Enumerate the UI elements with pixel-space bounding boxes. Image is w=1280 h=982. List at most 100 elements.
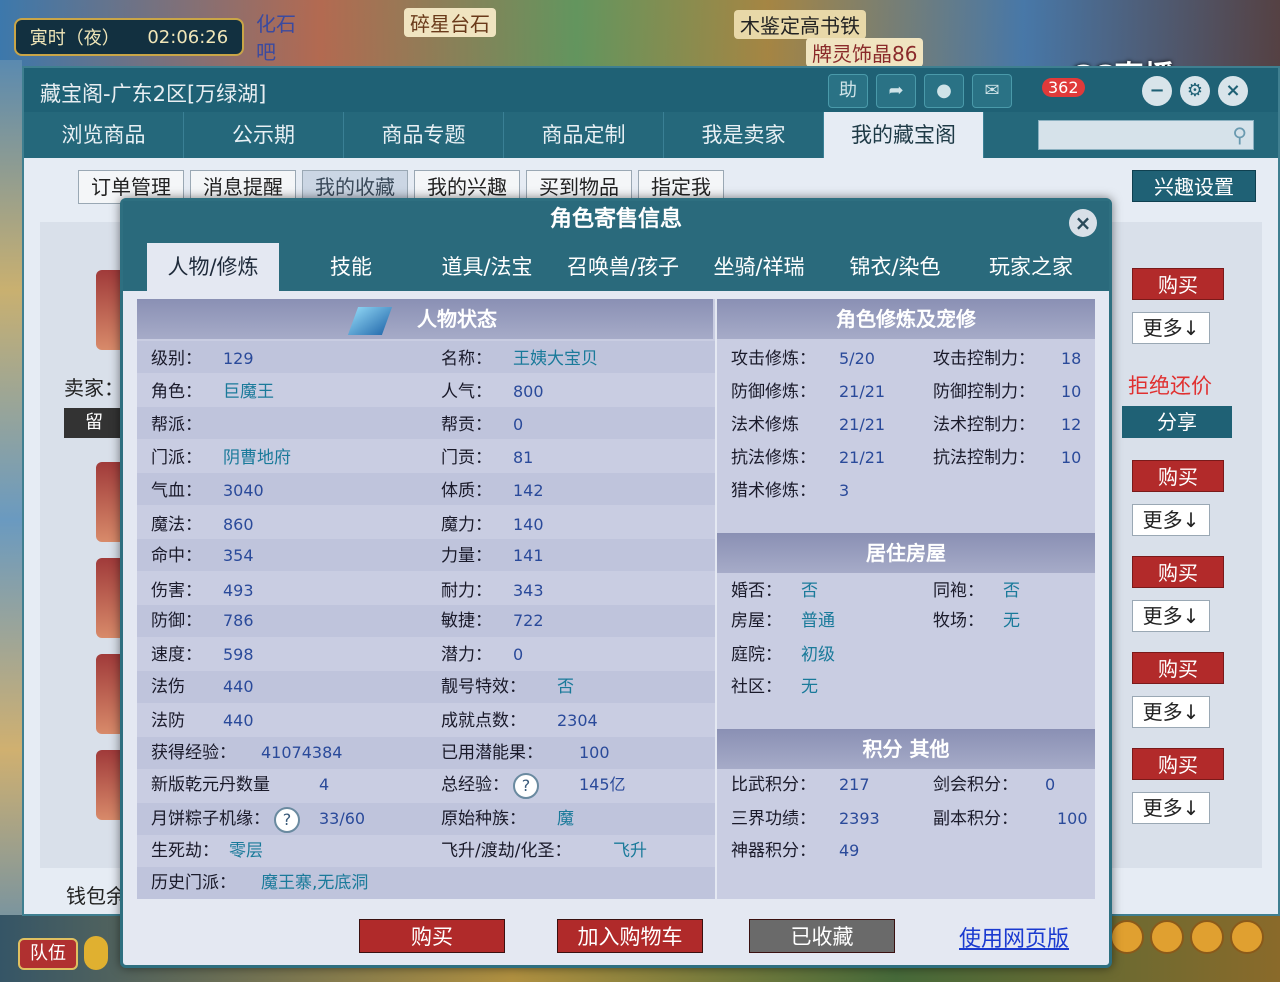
stat-label: 级别： xyxy=(151,349,202,369)
favorited-button[interactable]: 已收藏 xyxy=(749,919,895,953)
list-item-actions: 购买 更多↓ xyxy=(1132,460,1224,536)
stat-label: 法伤 xyxy=(151,677,185,697)
stat-label: 获得经验： xyxy=(151,743,236,763)
stat-value: 140 xyxy=(513,515,544,534)
stat-label: 攻击修炼： xyxy=(731,349,816,369)
more-button[interactable]: 更多↓ xyxy=(1132,696,1210,728)
search-input[interactable]: ⚲ xyxy=(1038,120,1254,150)
stat-label: 力量： xyxy=(441,546,492,566)
tab-pets[interactable]: 召唤兽/孩子 xyxy=(555,243,691,291)
stat-label: 名称： xyxy=(441,349,492,369)
help-icon[interactable]: ? xyxy=(274,806,300,833)
points-row: 神器积分： 49 xyxy=(731,835,859,867)
search-icon[interactable]: ⚲ xyxy=(1232,123,1247,147)
stat-row: 命中： 354 xyxy=(151,540,254,572)
more-button[interactable]: 更多↓ xyxy=(1132,312,1210,344)
buy-button[interactable]: 购买 xyxy=(1132,268,1224,300)
stat-value: 5/20 xyxy=(839,349,875,368)
buy-button[interactable]: 购买 xyxy=(1132,556,1224,588)
interest-settings-button[interactable]: 兴趣设置 xyxy=(1132,170,1256,202)
stat-row: 体质： 142 xyxy=(441,475,544,507)
stat-row: 总经验：? 145亿 xyxy=(441,769,626,801)
use-web-version-link[interactable]: 使用网页版 xyxy=(959,921,1069,953)
message-icon[interactable]: ✉ xyxy=(972,74,1012,108)
game-left-strip xyxy=(0,60,22,980)
stat-label: 庭院： xyxy=(731,645,782,665)
points-row: 剑会积分： 0 xyxy=(933,769,1055,801)
share-arrow-icon[interactable]: ➦ xyxy=(876,74,916,108)
stat-value: 无 xyxy=(801,677,818,697)
close-icon[interactable]: × xyxy=(1218,76,1248,106)
stat-row: 法防 440 xyxy=(151,705,254,737)
record-icon[interactable]: ● xyxy=(924,74,964,108)
gear-icon[interactable]: ⚙ xyxy=(1180,76,1210,106)
cultivation-row: 攻击修炼： 5/20 xyxy=(731,343,875,375)
stat-label: 防御： xyxy=(151,611,202,631)
nav-topics[interactable]: 商品专题 xyxy=(344,112,504,158)
nav-custom[interactable]: 商品定制 xyxy=(504,112,664,158)
add-to-cart-button[interactable]: 加入购物车 xyxy=(557,919,703,953)
dialog-close-icon[interactable]: × xyxy=(1069,209,1097,237)
stat-label: 帮派： xyxy=(151,415,202,435)
stat-row: 角色： 巨魔王 xyxy=(151,376,274,408)
stat-row: 新版乾元丹数量 4 xyxy=(151,769,329,801)
reject-counteroffer-label: 拒绝还价 xyxy=(1128,374,1212,398)
nav-my-treasure[interactable]: 我的藏宝阁 xyxy=(824,112,984,158)
stat-value: 343 xyxy=(513,581,544,600)
share-button[interactable]: 分享 xyxy=(1122,406,1232,438)
stat-row: 法伤 440 xyxy=(151,671,254,703)
tab-character[interactable]: 人物/修炼 xyxy=(147,243,279,291)
buy-button[interactable]: 购买 xyxy=(1132,748,1224,780)
emoji-icon[interactable] xyxy=(1150,920,1184,954)
minimize-icon[interactable]: − xyxy=(1142,76,1172,106)
cultivation-row: 抗法控制力： 10 xyxy=(933,442,1081,474)
buy-button[interactable]: 购买 xyxy=(1132,460,1224,492)
tab-home[interactable]: 玩家之家 xyxy=(963,243,1099,291)
dialog-title: 角色寄售信息 xyxy=(123,201,1109,239)
nav-public[interactable]: 公示期 xyxy=(184,112,344,158)
stat-label: 体质： xyxy=(441,481,492,501)
stat-label: 社区： xyxy=(731,677,782,697)
stat-row: 门派： 阴曹地府 xyxy=(151,442,291,474)
stat-value: 魔 xyxy=(557,809,574,829)
stat-row: 魔力： 140 xyxy=(441,509,544,541)
seller-message-button[interactable]: 留 xyxy=(64,408,124,438)
emoji-icon[interactable] xyxy=(1110,920,1144,954)
clock-time: 02:06:26 xyxy=(147,26,229,48)
role-sale-dialog: 角色寄售信息 × 人物/修炼 技能 道具/法宝 召唤兽/孩子 坐骑/祥瑞 锦衣/… xyxy=(120,198,1112,968)
tab-mounts[interactable]: 坐骑/祥瑞 xyxy=(691,243,827,291)
section-status-title: 人物状态 xyxy=(417,307,497,331)
buy-button[interactable]: 购买 xyxy=(359,919,505,953)
more-button[interactable]: 更多↓ xyxy=(1132,600,1210,632)
microphone-icon[interactable] xyxy=(84,936,108,970)
nav-seller[interactable]: 我是卖家 xyxy=(664,112,824,158)
stat-label: 潜力： xyxy=(441,645,492,665)
stat-row: 生死劫： 零层 xyxy=(151,835,263,867)
stat-label: 已用潜能果： xyxy=(441,743,543,763)
tab-items[interactable]: 道具/法宝 xyxy=(419,243,555,291)
stat-row: 级别： 129 xyxy=(151,343,254,375)
stat-value: 魔王寨,无底洞 xyxy=(261,873,369,893)
nav-browse[interactable]: 浏览商品 xyxy=(24,112,184,158)
stat-value: 3 xyxy=(839,481,850,500)
tab-outfits[interactable]: 锦衣/染色 xyxy=(827,243,963,291)
emoji-icon[interactable] xyxy=(1190,920,1224,954)
stat-label: 飞升/渡劫/化圣： xyxy=(441,841,572,861)
stat-value: 否 xyxy=(1003,581,1020,601)
buy-button[interactable]: 购买 xyxy=(1132,652,1224,684)
emoji-icon[interactable] xyxy=(1230,920,1264,954)
more-button[interactable]: 更多↓ xyxy=(1132,792,1210,824)
stat-value: 18 xyxy=(1061,349,1082,368)
stat-label: 伤害： xyxy=(151,581,202,601)
stat-label: 靓号特效： xyxy=(441,677,526,697)
help-icon[interactable]: ? xyxy=(513,772,539,799)
stat-row: 气血： 3040 xyxy=(151,475,264,507)
tab-skills[interactable]: 技能 xyxy=(283,243,419,291)
game-banner-d: 化石 xyxy=(256,12,296,36)
team-button[interactable]: 队伍 xyxy=(18,938,78,970)
stat-value: 141 xyxy=(513,546,544,565)
help-button[interactable]: 助 xyxy=(828,74,868,108)
titlebar-icons: 助 ➦ ● ✉ xyxy=(828,74,1012,108)
stat-value: 0 xyxy=(1045,775,1056,794)
more-button[interactable]: 更多↓ xyxy=(1132,504,1210,536)
